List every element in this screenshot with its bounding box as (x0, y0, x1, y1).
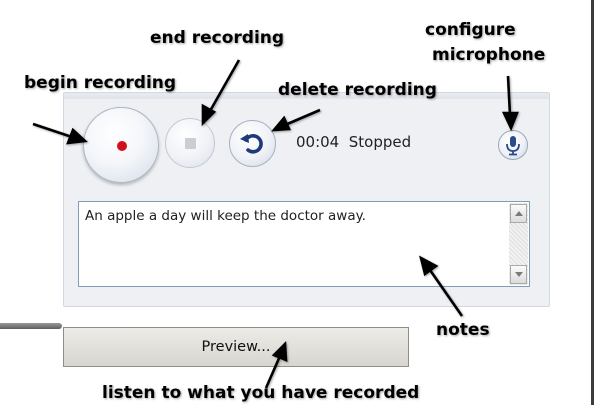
begin-recording-arrow (32, 122, 73, 139)
notes-arrow (428, 269, 464, 317)
callout-arrows (32, 59, 519, 389)
microphone-arrow (506, 75, 512, 116)
listen-arrow (264, 355, 282, 389)
end-recording-arrow (208, 59, 241, 112)
delete-recording-arrow (284, 108, 321, 127)
